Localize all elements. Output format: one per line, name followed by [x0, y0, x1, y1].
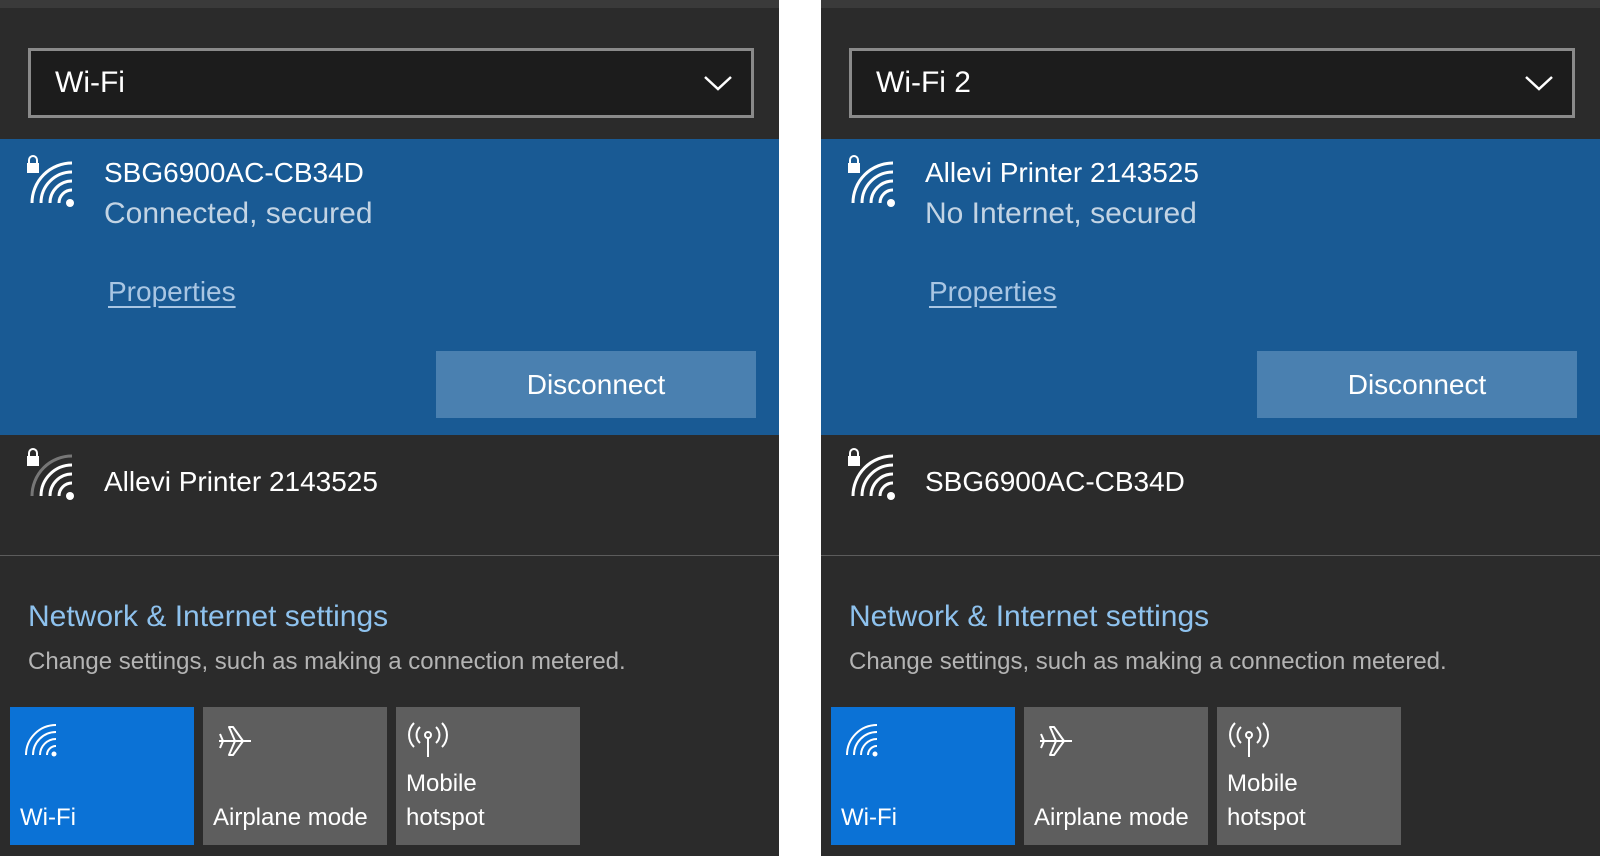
secured-wifi-icon — [27, 155, 74, 207]
adapter-dropdown[interactable]: Wi-Fi — [28, 48, 754, 118]
network-settings-link[interactable]: Network & Internet settings — [28, 600, 388, 634]
disconnect-button[interactable]: Disconnect — [436, 351, 756, 418]
connected-network-status: No Internet, secured — [925, 197, 1197, 230]
mobile-hotspot-tile-label: Mobile hotspot — [406, 767, 485, 835]
connected-network-status: Connected, secured — [104, 197, 373, 230]
hotspot-icon — [408, 722, 448, 757]
airplane-icon — [219, 726, 251, 756]
mobile-hotspot-tile-label: Mobile hotspot — [1227, 767, 1306, 835]
chevron-down-icon — [704, 76, 732, 91]
wifi-tile-label: Wi-Fi — [841, 804, 897, 831]
chevron-down-icon — [1525, 76, 1553, 91]
wifi-tile[interactable]: Wi-Fi — [831, 707, 1015, 845]
available-network-name: SBG6900AC-CB34D — [925, 466, 1185, 497]
connected-network-name: SBG6900AC-CB34D — [104, 157, 364, 188]
properties-link[interactable]: Properties — [929, 276, 1057, 308]
secured-wifi-icon — [848, 448, 895, 500]
hotspot-icon — [1229, 722, 1269, 757]
mobile-hotspot-tile[interactable]: Mobile hotspot — [396, 707, 580, 845]
connected-network[interactable]: SBG6900AC-CB34D Connected, secured Prope… — [0, 139, 779, 435]
mobile-hotspot-label-text: Mobile hotspot — [1227, 770, 1306, 831]
adapter-dropdown-value: Wi-Fi — [55, 66, 125, 99]
adapter-dropdown-value: Wi-Fi 2 — [876, 66, 971, 99]
divider — [821, 555, 1600, 556]
airplane-mode-tile-label: Airplane mode — [213, 804, 368, 831]
connected-network-name: Allevi Printer 2143525 — [925, 157, 1199, 188]
network-flyout-left: Wi-Fi SBG6900AC-CB34D Connected, secured… — [0, 0, 779, 856]
properties-link[interactable]: Properties — [108, 276, 236, 308]
available-network[interactable]: Allevi Printer 2143525 — [0, 438, 779, 556]
airplane-icon — [1040, 726, 1072, 756]
top-edge — [821, 0, 1600, 8]
network-flyout-right: Wi-Fi 2 Allevi Printer 2143525 No Intern… — [821, 0, 1600, 856]
mobile-hotspot-tile[interactable]: Mobile hotspot — [1217, 707, 1401, 845]
airplane-mode-tile[interactable]: Airplane mode — [203, 707, 387, 845]
wifi-tile-label: Wi-Fi — [20, 804, 76, 831]
network-settings-description: Change settings, such as making a connec… — [849, 648, 1447, 675]
network-settings-description: Change settings, such as making a connec… — [28, 648, 626, 675]
wifi-icon — [846, 724, 878, 757]
adapter-dropdown[interactable]: Wi-Fi 2 — [849, 48, 1575, 118]
divider — [0, 555, 779, 556]
airplane-mode-tile[interactable]: Airplane mode — [1024, 707, 1208, 845]
disconnect-button[interactable]: Disconnect — [1257, 351, 1577, 418]
available-network[interactable]: SBG6900AC-CB34D — [821, 438, 1600, 556]
wifi-icon — [25, 724, 57, 757]
wifi-tile[interactable]: Wi-Fi — [10, 707, 194, 845]
connected-network[interactable]: Allevi Printer 2143525 No Internet, secu… — [821, 139, 1600, 435]
top-edge — [0, 0, 779, 8]
secured-wifi-icon — [848, 155, 895, 207]
secured-wifi-weak-icon — [27, 448, 74, 500]
available-network-name: Allevi Printer 2143525 — [104, 466, 378, 497]
network-settings-link[interactable]: Network & Internet settings — [849, 600, 1209, 634]
airplane-mode-tile-label: Airplane mode — [1034, 804, 1189, 831]
mobile-hotspot-label-text: Mobile hotspot — [406, 770, 485, 831]
